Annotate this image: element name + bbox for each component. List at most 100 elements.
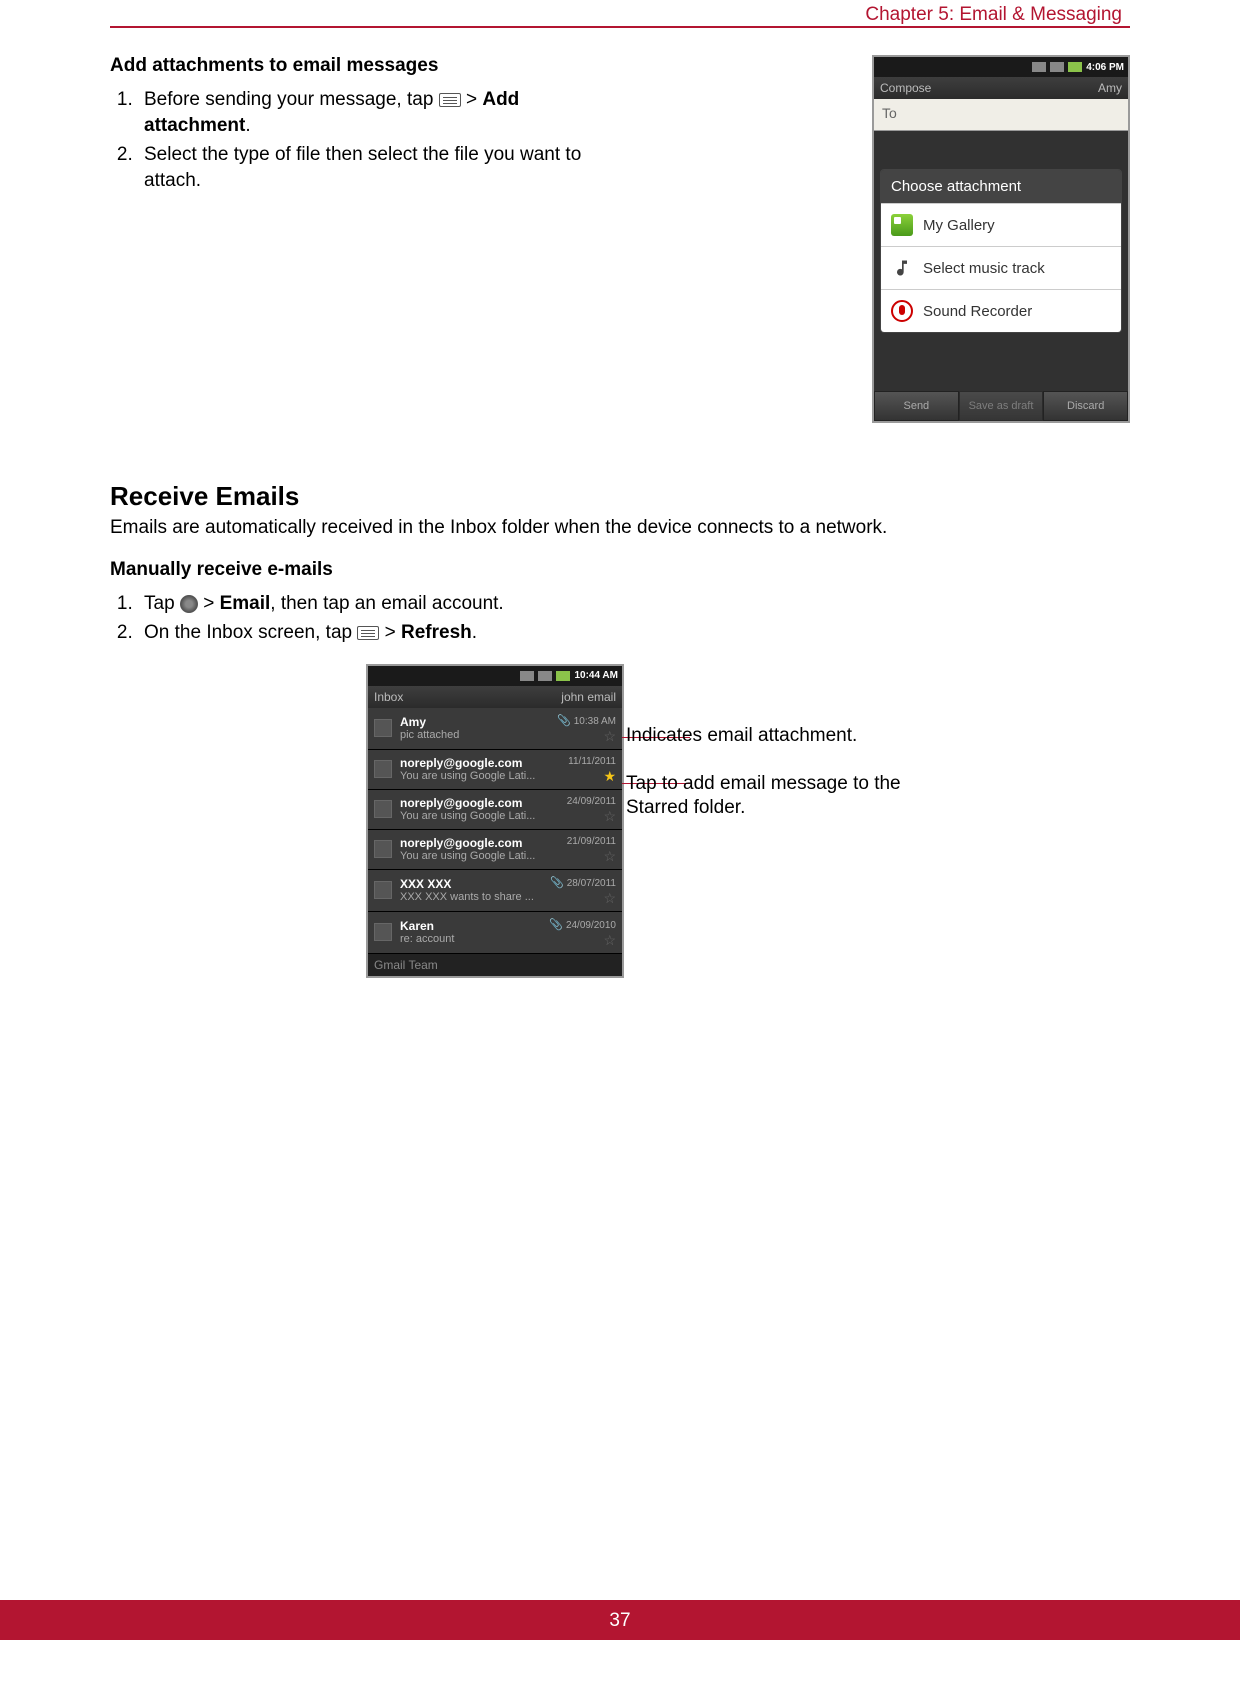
checkbox[interactable] — [374, 881, 392, 899]
dialog-item-gallery[interactable]: My Gallery — [881, 203, 1121, 246]
dialog-item-label: My Gallery — [923, 217, 995, 234]
list-item[interactable]: XXX XXXXXX XXX wants to share ...📎28/07/… — [368, 870, 622, 912]
s2-step1-bold: Email — [220, 593, 271, 614]
s2-step2: On the Inbox screen, tap > Refresh. — [138, 620, 1130, 646]
s2-step2-a: On the Inbox screen, tap — [144, 622, 357, 643]
battery-icon — [556, 671, 570, 681]
email-sender: noreply@google.com — [400, 836, 567, 850]
email-date: 📎28/07/2011 — [550, 876, 616, 889]
s1-step1-c: . — [245, 115, 250, 136]
checkbox[interactable] — [374, 760, 392, 778]
section1-title: Add attachments to email messages — [110, 55, 590, 77]
title-compose: Compose — [880, 81, 931, 95]
status-bar: 10:44 AM — [368, 666, 622, 686]
callout-attachment: Indicates email attachment. — [626, 724, 857, 748]
screenshot-inbox: 10:44 AM Inbox john email Amypic attache… — [366, 664, 624, 978]
account-label: john email — [561, 690, 616, 704]
mic-icon — [891, 300, 913, 322]
dialog-item-label: Sound Recorder — [923, 303, 1032, 320]
list-item[interactable]: Karenre: account📎24/09/2010 ☆ — [368, 912, 622, 954]
star-icon[interactable]: ☆ — [603, 933, 616, 947]
chapter-header: Chapter 5: Email & Messaging — [865, 4, 1122, 26]
home-icon — [180, 595, 198, 613]
star-icon[interactable]: ☆ — [603, 809, 616, 823]
email-subject: pic attached — [400, 729, 557, 741]
s1-step1-a: Before sending your message, tap — [144, 89, 439, 110]
list-item[interactable]: noreply@google.comYou are using Google L… — [368, 830, 622, 870]
s1-step1: Before sending your message, tap > Add a… — [138, 87, 590, 138]
s2-step2-bold: Refresh — [401, 622, 472, 643]
email-subject: You are using Google Lati... — [400, 850, 567, 862]
s2-step2-b: > — [379, 622, 401, 643]
email-date: 24/09/2011 — [567, 796, 616, 807]
list-item[interactable]: Gmail Team — [368, 954, 622, 976]
signal-icon — [520, 671, 534, 681]
list-item[interactable]: noreply@google.comYou are using Google L… — [368, 750, 622, 790]
email-sender: Karen — [400, 919, 549, 933]
title-account: Amy — [1098, 81, 1122, 95]
star-icon[interactable]: ☆ — [603, 849, 616, 863]
choose-attachment-dialog: Choose attachment My Gallery Select musi… — [880, 169, 1122, 333]
checkbox[interactable] — [374, 923, 392, 941]
dialog-item-recorder[interactable]: Sound Recorder — [881, 289, 1121, 332]
checkbox[interactable] — [374, 800, 392, 818]
star-icon[interactable]: ☆ — [603, 891, 616, 905]
save-draft-button[interactable]: Save as draft — [959, 391, 1044, 421]
discard-button[interactable]: Discard — [1043, 391, 1128, 421]
clock: 4:06 PM — [1086, 62, 1124, 73]
email-sender: Amy — [400, 715, 557, 729]
checkbox[interactable] — [374, 719, 392, 737]
header-rule — [110, 26, 1130, 28]
clock: 10:44 AM — [574, 670, 618, 681]
email-date: 📎24/09/2010 — [549, 918, 616, 931]
checkbox[interactable] — [374, 840, 392, 858]
menu-icon — [439, 93, 461, 107]
s2-step1-c: , then tap an email account. — [270, 593, 503, 614]
footer-bar: Send Save as draft Discard — [874, 391, 1128, 421]
email-sender: XXX XXX — [400, 877, 550, 891]
email-date: 📎10:38 AM — [557, 714, 616, 727]
dialog-title: Choose attachment — [881, 170, 1121, 203]
to-field[interactable]: To — [874, 99, 1128, 131]
dialog-item-label: Select music track — [923, 260, 1045, 277]
section2-subtitle: Manually receive e-mails — [110, 559, 1130, 581]
battery-icon — [1068, 62, 1082, 72]
email-date: 21/09/2011 — [567, 836, 616, 847]
music-icon — [891, 257, 913, 279]
status-bar: 4:06 PM — [874, 57, 1128, 77]
star-icon[interactable]: ☆ — [603, 729, 616, 743]
page-number: 37 — [0, 1610, 1240, 1632]
dialog-item-music[interactable]: Select music track — [881, 246, 1121, 289]
email-sender: noreply@google.com — [400, 756, 568, 770]
callout-star: Tap to add email message to the Starred … — [626, 772, 946, 820]
email-subject: You are using Google Lati... — [400, 810, 567, 822]
signal-icon — [1050, 62, 1064, 72]
email-subject: XXX XXX wants to share ... — [400, 891, 550, 903]
menu-icon — [357, 626, 379, 640]
email-sender: noreply@google.com — [400, 796, 567, 810]
paperclip-icon: 📎 — [557, 715, 571, 727]
title-bar: Compose Amy — [874, 77, 1128, 99]
paperclip-icon: 📎 — [549, 919, 563, 931]
s2-step1-a: Tap — [144, 593, 180, 614]
s1-step1-b: > — [461, 89, 483, 110]
email-date: 11/11/2011 — [568, 756, 616, 767]
screenshot-compose: 4:06 PM Compose Amy To Choose attachment… — [872, 55, 1130, 423]
section2-intro: Emails are automatically received in the… — [110, 516, 1130, 541]
signal-icon — [1032, 62, 1046, 72]
inbox-label: Inbox — [374, 690, 403, 704]
email-subject: You are using Google Lati... — [400, 770, 568, 782]
paperclip-icon: 📎 — [550, 877, 564, 889]
s2-step2-c: . — [472, 622, 477, 643]
email-subject: re: account — [400, 933, 549, 945]
send-button[interactable]: Send — [874, 391, 959, 421]
list-item[interactable]: Amypic attached📎10:38 AM ☆ — [368, 708, 622, 750]
s2-step1: Tap > Email, then tap an email account. — [138, 591, 1130, 617]
star-icon[interactable]: ★ — [603, 769, 616, 783]
s1-step2: Select the type of file then select the … — [138, 142, 590, 193]
gallery-icon — [891, 214, 913, 236]
signal-icon — [538, 671, 552, 681]
section2-title: Receive Emails — [110, 481, 1130, 512]
inbox-title-bar: Inbox john email — [368, 686, 622, 708]
list-item[interactable]: noreply@google.comYou are using Google L… — [368, 790, 622, 830]
